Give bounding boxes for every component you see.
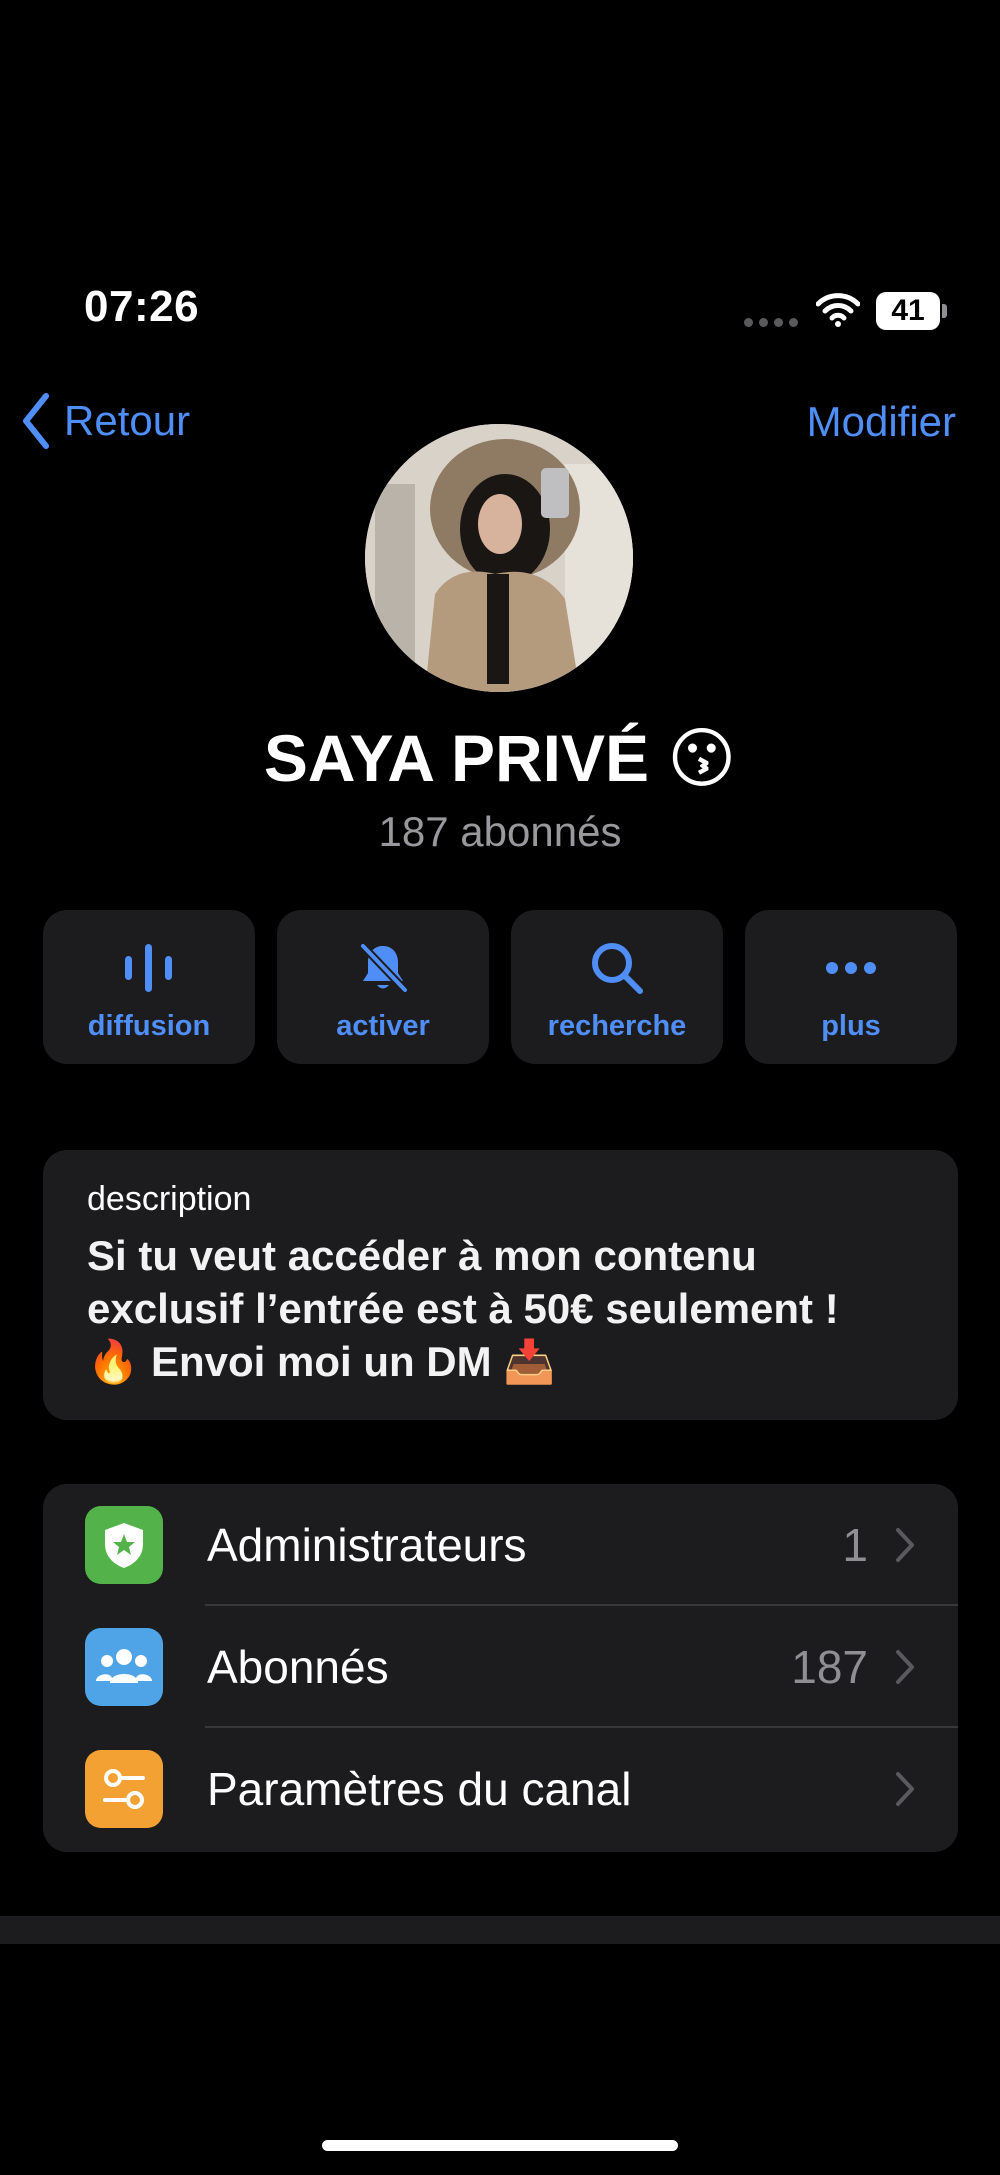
description-card: description Si tu veut accéder à mon con… [43,1150,958,1420]
list-item-channel-settings[interactable]: Paramètres du canal [43,1728,958,1850]
section-divider [0,1916,1000,1944]
chevron-right-icon [896,1772,914,1806]
settings-list: Administrateurs 1 Abonnés 187 Paramètres… [43,1484,958,1852]
list-item-label: Administrateurs [207,1519,527,1571]
unmute-button[interactable]: activer [277,910,489,1064]
battery-level: 41 [876,292,940,330]
list-item-label: Paramètres du canal [207,1763,632,1815]
broadcast-button[interactable]: diffusion [43,910,255,1064]
search-label: recherche [547,1010,687,1042]
description-line: 🔥 Envoi moi un DM 📥 [87,1338,556,1385]
back-label: Retour [64,397,191,444]
action-bar: diffusion activer recherche plus [43,910,957,1064]
search-icon [589,938,645,998]
home-indicator[interactable] [322,2140,678,2151]
list-item-subscribers[interactable]: Abonnés 187 [43,1606,958,1728]
list-item-count: 187 [791,1641,868,1693]
list-item-label: Abonnés [207,1641,389,1693]
users-icon [85,1628,163,1706]
subscriber-count: 187 abonnés [378,808,622,855]
battery-icon: 41 [876,292,948,330]
description-line: Si tu veut accéder à mon contenu [87,1232,757,1279]
list-item-administrators[interactable]: Administrateurs 1 [43,1484,958,1606]
more-label: plus [821,1010,881,1042]
edit-button[interactable]: Modifier [807,398,956,446]
settings-toggle-icon [85,1750,163,1828]
description-label: description [87,1180,252,1218]
signal-icon [744,318,802,328]
chevron-left-icon [23,393,49,449]
channel-name: SAYA PRIVÉ 😗 [263,721,737,795]
back-button[interactable]: Retour [20,392,190,450]
broadcast-label: diffusion [87,1010,211,1042]
status-time: 07:26 [84,282,200,331]
more-button[interactable]: plus [745,910,957,1064]
wifi-icon [815,292,861,328]
search-button[interactable]: recherche [511,910,723,1064]
more-icon [823,938,879,998]
bell-slash-icon [355,938,411,998]
description-line: exclusif l’entrée est à 50€ seulement ! [87,1285,839,1332]
list-item-count: 1 [842,1519,868,1571]
admin-badge-icon [85,1506,163,1584]
chevron-right-icon [896,1528,914,1562]
voice-chat-icon [121,938,177,998]
description-text: Si tu veut accéder à mon contenu exclusi… [87,1229,914,1388]
avatar[interactable] [365,424,633,692]
chevron-right-icon [896,1650,914,1684]
unmute-label: activer [336,1010,430,1042]
